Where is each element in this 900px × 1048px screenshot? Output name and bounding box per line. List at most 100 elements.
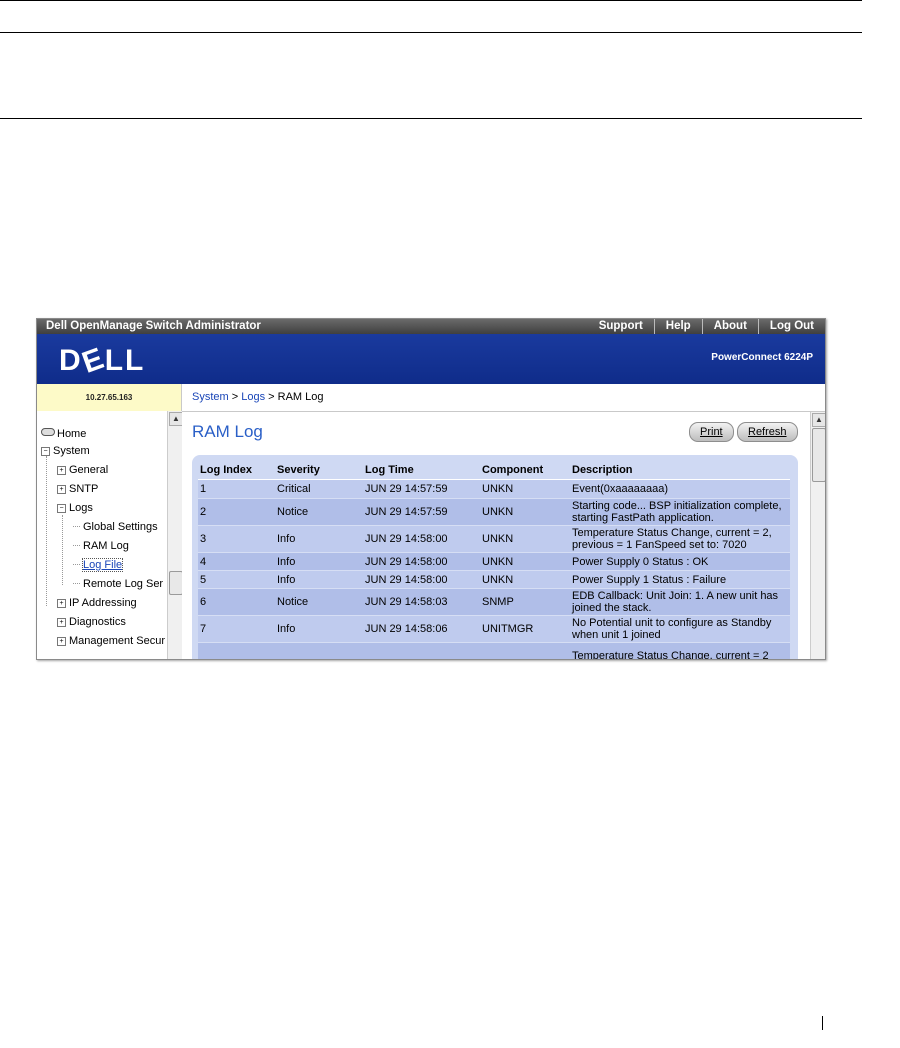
column-header[interactable]: Description bbox=[570, 461, 790, 480]
cell-severity: Info bbox=[275, 615, 363, 643]
cell-description: EDB Callback: Unit Join: 1. A new unit h… bbox=[570, 588, 790, 616]
header-rule-bottom bbox=[0, 118, 862, 119]
collapse-icon[interactable]: − bbox=[57, 504, 66, 513]
tree-guide bbox=[46, 456, 47, 606]
cell-time: JUN 29 14:57:59 bbox=[363, 479, 480, 499]
tree-item-ip-addressing[interactable]: + IP Addressing bbox=[57, 596, 137, 610]
column-header[interactable]: Log Time bbox=[363, 461, 480, 480]
table-row: 5 Info JUN 29 14:58:00 UNKN Power Supply… bbox=[198, 570, 790, 589]
cell-description: No Potential unit to configure as Standb… bbox=[570, 615, 790, 643]
tree-item-global-settings[interactable]: Global Settings bbox=[73, 520, 158, 534]
cell-severity: Info bbox=[275, 570, 363, 589]
cell-index: 2 bbox=[198, 498, 275, 526]
help-link[interactable]: Help bbox=[653, 319, 702, 334]
table-header-row: Log Index Severity Log Time Component De… bbox=[198, 461, 790, 480]
cell-time: JUN 29 14:57:59 bbox=[363, 498, 480, 526]
cell-component: UNKN bbox=[480, 570, 570, 589]
table-row: 2 Notice JUN 29 14:57:59 UNKN Starting c… bbox=[198, 498, 790, 526]
tree-item-remote-log-server[interactable]: Remote Log Ser bbox=[73, 577, 163, 591]
table-row: 6 Notice JUN 29 14:58:03 SNMP EDB Callba… bbox=[198, 588, 790, 616]
nav-tree: Home − System + General + SNTP − Logs Global… bbox=[37, 411, 168, 659]
log-table: Log Index Severity Log Time Component De… bbox=[198, 461, 790, 659]
expand-icon[interactable]: + bbox=[57, 466, 66, 475]
scroll-up-icon[interactable]: ▲ bbox=[169, 412, 183, 426]
cell-component: UNKN bbox=[480, 525, 570, 553]
cell-component: UNKN bbox=[480, 498, 570, 526]
breadcrumb-sep: > bbox=[228, 391, 242, 403]
tree-item-system[interactable]: − System bbox=[41, 444, 90, 458]
tree-item-ram-log[interactable]: RAM Log bbox=[73, 539, 129, 553]
tree-item-management-security[interactable]: + Management Secur bbox=[57, 634, 165, 648]
cell-description: Power Supply 0 Status : OK bbox=[570, 552, 790, 571]
cell-severity: Info bbox=[275, 525, 363, 553]
main-content: RAM Log Print Refresh Log Index Severity… bbox=[182, 412, 810, 659]
tree-item-home[interactable]: Home bbox=[41, 427, 86, 441]
column-header[interactable]: Component bbox=[480, 461, 570, 480]
table-row: 7 Info JUN 29 14:58:06 UNITMGR No Potent… bbox=[198, 615, 790, 643]
cell-component bbox=[480, 642, 570, 659]
cell-description: Starting code... BSP initialization comp… bbox=[570, 498, 790, 526]
content-scrollbar[interactable]: ▲ bbox=[810, 412, 825, 659]
tree-item-logs[interactable]: − Logs bbox=[57, 501, 93, 515]
dell-logo: DELL bbox=[59, 341, 146, 380]
table-row: 1 Critical JUN 29 14:57:59 UNKN Event(0x… bbox=[198, 479, 790, 499]
cell-index bbox=[198, 642, 275, 659]
logout-link[interactable]: Log Out bbox=[757, 319, 825, 334]
tree-scrollbar[interactable]: ▲ bbox=[167, 411, 183, 659]
tree-item-sntp[interactable]: + SNTP bbox=[57, 482, 98, 496]
print-button[interactable]: Print bbox=[689, 422, 734, 442]
expand-icon[interactable]: + bbox=[57, 637, 66, 646]
cell-description: Temperature Status Change, current = 2 bbox=[570, 642, 790, 659]
top-nav: Support Help About Log Out bbox=[588, 319, 825, 334]
expand-icon[interactable]: + bbox=[57, 485, 66, 494]
breadcrumb-logs[interactable]: Logs bbox=[241, 391, 265, 403]
top-bar: Dell OpenManage Switch Administrator Sup… bbox=[37, 319, 825, 334]
ip-address: 10.27.65.163 bbox=[37, 384, 182, 411]
column-header[interactable]: Severity bbox=[275, 461, 363, 480]
scroll-thumb[interactable] bbox=[169, 571, 183, 595]
cell-time: JUN 29 14:58:06 bbox=[363, 615, 480, 643]
table-row: 3 Info JUN 29 14:58:00 UNKN Temperature … bbox=[198, 525, 790, 553]
column-header[interactable]: Log Index bbox=[198, 461, 275, 480]
support-link[interactable]: Support bbox=[588, 319, 654, 334]
expand-icon[interactable]: + bbox=[57, 599, 66, 608]
expand-icon[interactable]: + bbox=[57, 618, 66, 627]
cell-index: 1 bbox=[198, 479, 275, 499]
page-footer-rule bbox=[822, 1016, 823, 1030]
scroll-up-icon[interactable]: ▲ bbox=[812, 413, 825, 427]
cell-index: 3 bbox=[198, 525, 275, 553]
page-title: RAM Log bbox=[192, 422, 263, 441]
tree-item-general[interactable]: + General bbox=[57, 463, 108, 477]
header-rule-top bbox=[0, 0, 862, 1]
cell-time: JUN 29 14:58:00 bbox=[363, 570, 480, 589]
about-link[interactable]: About bbox=[701, 319, 758, 334]
breadcrumb-current: RAM Log bbox=[277, 391, 324, 403]
collapse-icon[interactable]: − bbox=[41, 447, 50, 456]
cell-severity: Notice bbox=[275, 498, 363, 526]
table-row: 4 Info JUN 29 14:58:00 UNKN Power Supply… bbox=[198, 552, 790, 571]
cell-index: 7 bbox=[198, 615, 275, 643]
cell-description: Event(0xaaaaaaaa) bbox=[570, 479, 790, 499]
tree-guide bbox=[62, 515, 63, 585]
product-name: PowerConnect 6224P bbox=[711, 352, 813, 363]
app-title: Dell OpenManage Switch Administrator bbox=[46, 320, 261, 332]
cell-severity bbox=[275, 642, 363, 659]
cell-component: UNKN bbox=[480, 552, 570, 571]
breadcrumb: System > Logs > RAM Log bbox=[182, 384, 825, 412]
cell-index: 5 bbox=[198, 570, 275, 589]
cell-time: JUN 29 14:58:00 bbox=[363, 525, 480, 553]
cell-index: 4 bbox=[198, 552, 275, 571]
home-icon bbox=[41, 428, 55, 436]
scroll-thumb[interactable] bbox=[812, 428, 825, 482]
breadcrumb-sep: > bbox=[265, 391, 278, 403]
tree-item-log-file[interactable]: Log File bbox=[73, 558, 124, 572]
tree-item-diagnostics[interactable]: + Diagnostics bbox=[57, 615, 126, 629]
table-row: Temperature Status Change, current = 2 bbox=[198, 642, 790, 659]
log-table-panel: Log Index Severity Log Time Component De… bbox=[192, 455, 798, 659]
cell-index: 6 bbox=[198, 588, 275, 616]
screenshot-frame: Dell OpenManage Switch Administrator Sup… bbox=[36, 318, 826, 660]
cell-severity: Critical bbox=[275, 479, 363, 499]
refresh-button[interactable]: Refresh bbox=[737, 422, 798, 442]
breadcrumb-system[interactable]: System bbox=[192, 391, 229, 403]
cell-time: JUN 29 14:58:00 bbox=[363, 552, 480, 571]
